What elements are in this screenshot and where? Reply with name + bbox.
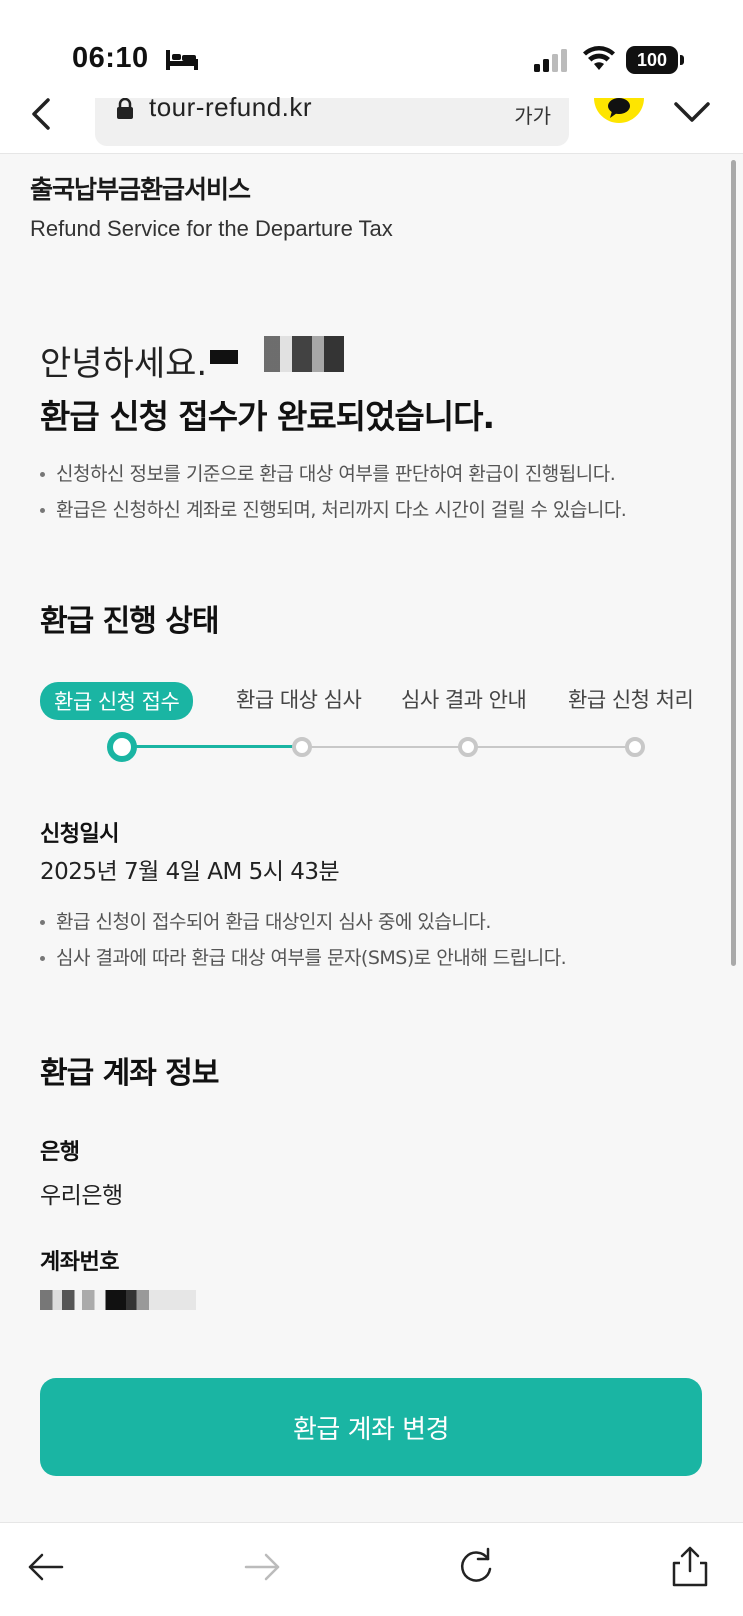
intro-notes: 신청하신 정보를 기준으로 환급 대상 여부를 판단하여 환급이 진행됩니다. … bbox=[40, 456, 627, 528]
battery-icon: 100 bbox=[626, 46, 678, 74]
redacted-account-number bbox=[40, 1290, 196, 1310]
intro-note: 환급은 신청하신 계좌로 진행되며, 처리까지 다소 시간이 걸릴 수 있습니다… bbox=[40, 492, 627, 528]
lock-icon bbox=[117, 98, 133, 119]
redacted-name-pixelated bbox=[264, 336, 344, 372]
share-icon[interactable] bbox=[668, 1545, 712, 1589]
intro-note: 신청하신 정보를 기준으로 환급 대상 여부를 판단하여 환급이 진행됩니다. bbox=[40, 456, 626, 492]
cellular-signal-icon bbox=[534, 49, 567, 72]
chevron-down-icon[interactable] bbox=[672, 100, 712, 124]
greeting-text: 안녕하세요. bbox=[40, 344, 208, 384]
bank-value: 우리은행 bbox=[40, 1183, 123, 1209]
text-size-button[interactable]: 가가 bbox=[514, 100, 551, 129]
completion-headline: 환급 신청 접수가 완료되었습니다. bbox=[40, 397, 495, 436]
application-date-label: 신청일시 bbox=[40, 822, 119, 847]
back-chevron-icon[interactable] bbox=[28, 98, 58, 134]
step-label-review: 환급 대상 심사 bbox=[236, 688, 362, 712]
step-label-result: 심사 결과 안내 bbox=[401, 688, 527, 712]
forward-arrow-icon[interactable] bbox=[240, 1545, 284, 1589]
account-number-label: 계좌번호 bbox=[40, 1250, 119, 1275]
brand-title-english: Refund Service for the Departure Tax bbox=[30, 216, 393, 241]
status-bar: 06:10 100 bbox=[0, 0, 743, 98]
progress-section-title: 환급 진행 상태 bbox=[40, 604, 219, 639]
progress-dot bbox=[625, 737, 645, 757]
wifi-icon bbox=[583, 46, 615, 70]
progress-dot bbox=[458, 737, 478, 757]
url-text: tour-refund.kr bbox=[149, 92, 313, 122]
back-arrow-icon[interactable] bbox=[24, 1545, 68, 1589]
status-time: 06:10 bbox=[72, 42, 149, 74]
application-date-value: 2025년 7월 4일 AM 5시 43분 bbox=[40, 859, 340, 885]
scrollbar[interactable] bbox=[731, 160, 736, 966]
browser-toolbar bbox=[0, 1522, 743, 1616]
url-field[interactable]: tour-refund.kr 가가 bbox=[95, 92, 569, 146]
reload-icon[interactable] bbox=[454, 1545, 498, 1589]
step-label-received: 환급 신청 접수 bbox=[40, 682, 194, 720]
redacted-name bbox=[210, 350, 238, 364]
brand-title-korean: 출국납부금환급서비스 bbox=[30, 175, 251, 204]
sleep-bed-icon bbox=[166, 50, 198, 70]
progress-dot-active bbox=[107, 732, 137, 762]
battery-tip bbox=[680, 55, 684, 65]
progress-notes: 환급 신청이 접수되어 환급 대상인지 심사 중에 있습니다. 심사 결과에 따… bbox=[40, 904, 567, 976]
step-label-processing: 환급 신청 처리 bbox=[568, 688, 694, 712]
change-account-button[interactable]: 환급 계좌 변경 bbox=[40, 1378, 702, 1476]
kakao-talk-icon[interactable] bbox=[594, 98, 644, 134]
progress-track-fill bbox=[122, 745, 302, 748]
browser-address-bar: tour-refund.kr 가가 bbox=[0, 92, 743, 154]
bank-label: 은행 bbox=[40, 1140, 80, 1165]
progress-note: 환급 신청이 접수되어 환급 대상인지 심사 중에 있습니다. bbox=[40, 904, 566, 940]
progress-note: 심사 결과에 따라 환급 대상 여부를 문자(SMS)로 안내해 드립니다. bbox=[40, 940, 567, 976]
account-section-title: 환급 계좌 정보 bbox=[40, 1056, 219, 1091]
progress-dot bbox=[292, 737, 312, 757]
